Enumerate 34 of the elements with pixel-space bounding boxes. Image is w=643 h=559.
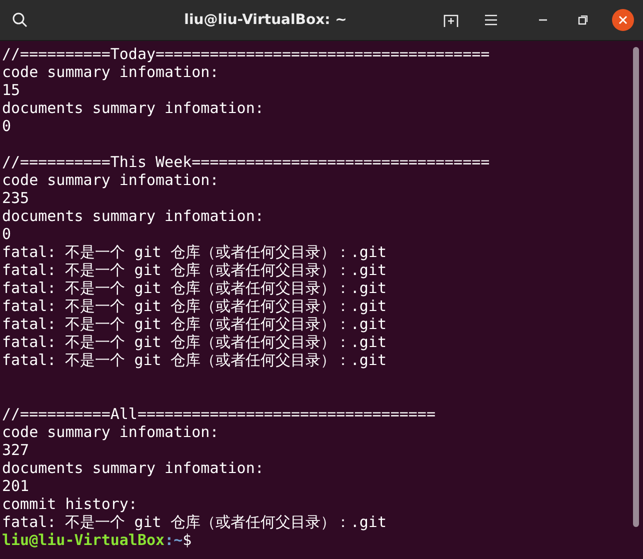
output-line: fatal: 不是一个 git 仓库（或者任何父目录）：.git — [2, 279, 386, 297]
output-line: fatal: 不是一个 git 仓库（或者任何父目录）：.git — [2, 297, 386, 315]
output-line: 327 — [2, 441, 30, 459]
output-line: fatal: 不是一个 git 仓库（或者任何父目录）：.git — [2, 333, 386, 351]
output-line: 201 — [2, 477, 30, 495]
output-line: documents summary infomation: — [2, 207, 264, 225]
search-icon — [12, 12, 28, 28]
output-line: documents summary infomation: — [2, 99, 264, 117]
output-line: fatal: 不是一个 git 仓库（或者任何父目录）：.git — [2, 351, 386, 369]
output-line: commit history: — [2, 495, 138, 513]
maximize-icon — [578, 15, 588, 25]
output-line: code summary infomation: — [2, 423, 219, 441]
output-line: //==========This Week================================= — [2, 153, 490, 171]
output-line: code summary infomation: — [2, 171, 219, 189]
output-line: //==========All================================= — [2, 405, 436, 423]
output-line: 0 — [2, 225, 12, 243]
output-line: 235 — [2, 189, 30, 207]
output-line: code summary infomation: — [2, 63, 219, 81]
prompt-symbol: $ — [182, 531, 192, 549]
output-line: fatal: 不是一个 git 仓库（或者任何父目录）：.git — [2, 261, 386, 279]
output-line: documents summary infomation: — [2, 459, 264, 477]
output-line: fatal: 不是一个 git 仓库（或者任何父目录）：.git — [2, 243, 386, 261]
output-line: 15 — [2, 81, 20, 99]
output-line: //==========Today===================================== — [2, 45, 490, 63]
close-icon — [612, 9, 634, 31]
menu-icon — [484, 14, 498, 26]
minimize-icon — [538, 18, 548, 22]
prompt-user-host: liu@liu-VirtualBox — [2, 531, 165, 549]
new-tab-icon — [443, 12, 459, 28]
output-line: fatal: 不是一个 git 仓库（或者任何父目录）：.git — [2, 315, 386, 333]
output-line: fatal: 不是一个 git 仓库（或者任何父目录）：.git — [2, 513, 386, 531]
output-line: 0 — [2, 117, 12, 135]
window-title: liu@liu-VirtualBox: ~ — [183, 12, 348, 28]
prompt-path: :~ — [164, 531, 183, 549]
